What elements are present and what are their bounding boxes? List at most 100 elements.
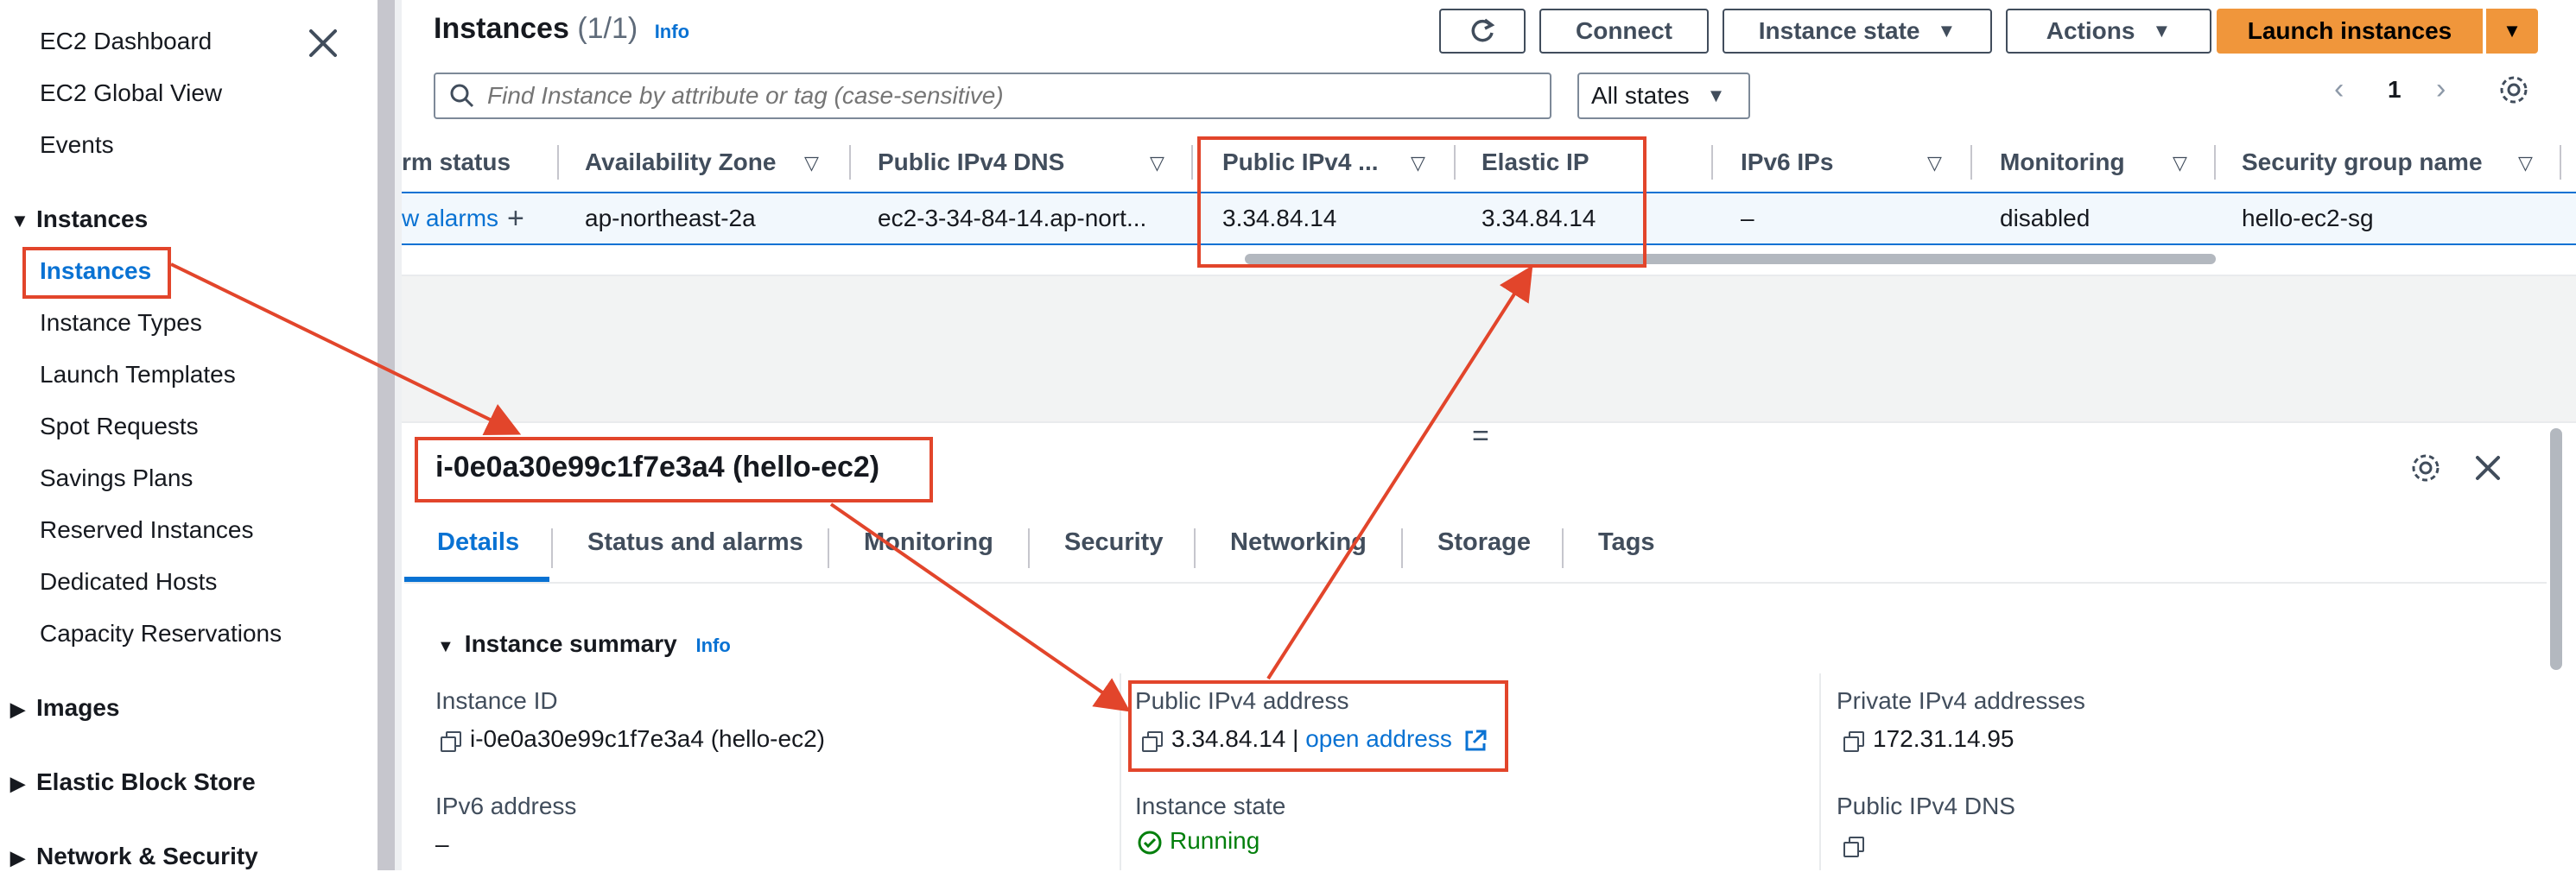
sort-icon[interactable]: ▽ — [2518, 152, 2533, 174]
sidebar-item-events[interactable]: Events — [40, 131, 114, 159]
copy-icon[interactable] — [1142, 730, 1163, 752]
tab-networking[interactable]: Networking — [1230, 528, 1367, 557]
sidebar-item-savings-plans[interactable]: Savings Plans — [40, 464, 193, 492]
sidebar-item-capacity-reservations[interactable]: Capacity Reservations — [40, 620, 282, 648]
instance-id-value: i-0e0a30e99c1f7e3a4 (hello-ec2) — [441, 725, 825, 753]
next-page-icon[interactable]: › — [2436, 73, 2446, 106]
column-resizer[interactable] — [1454, 145, 1456, 180]
states-filter-dropdown[interactable]: All states ▼ — [1577, 73, 1750, 119]
page-number[interactable]: 1 — [2388, 76, 2402, 104]
tab-divider — [1562, 528, 1564, 568]
instance-state-text: Running — [1170, 827, 1260, 854]
close-icon[interactable] — [2471, 451, 2505, 485]
copy-icon[interactable] — [441, 730, 461, 752]
info-link[interactable]: Info — [695, 635, 730, 656]
column-resizer[interactable] — [2560, 145, 2561, 180]
caret-down-icon: ▼ — [2503, 20, 2522, 41]
sidebar-item-instances[interactable]: Instances — [40, 257, 151, 285]
column-header-ipv6-ips[interactable]: IPv6 IPs — [1741, 138, 1833, 186]
instance-state-dropdown[interactable]: Instance state ▼ — [1723, 9, 1992, 54]
caret-down-icon: ▼ — [1937, 20, 1957, 41]
column-header-security-group-name[interactable]: Security group name — [2242, 138, 2483, 186]
instance-summary-header[interactable]: ▼ Instance summary Info — [437, 630, 731, 658]
column-resizer[interactable] — [849, 145, 851, 180]
close-icon[interactable] — [304, 24, 342, 62]
plus-icon[interactable]: + — [507, 202, 524, 236]
public-ipv4-dns-label: Public IPv4 DNS — [1837, 793, 2015, 819]
instance-state-value: Running — [1137, 827, 1259, 856]
refresh-button[interactable] — [1439, 9, 1526, 54]
gear-icon[interactable] — [2408, 451, 2443, 485]
sort-icon[interactable]: ▽ — [1927, 152, 1942, 174]
public-ipv4-dns-value — [1843, 831, 1873, 858]
sidebar-section-images[interactable]: ▶ Images — [10, 694, 120, 722]
instance-state-label: Instance state — [1758, 17, 1920, 44]
sidebar-item-spot-requests[interactable]: Spot Requests — [40, 413, 199, 440]
caret-down-icon: ▼ — [1706, 85, 1726, 106]
sidebar-item-ec2-global-view[interactable]: EC2 Global View — [40, 79, 222, 107]
column-header-alarm-status[interactable]: rm status — [402, 138, 511, 186]
sort-icon[interactable]: ▽ — [804, 152, 819, 174]
sidebar: EC2 Dashboard EC2 Global View Events ▼ In… — [0, 0, 378, 870]
gear-icon[interactable] — [2497, 73, 2531, 107]
sidebar-item-launch-templates[interactable]: Launch Templates — [40, 361, 236, 389]
actions-dropdown[interactable]: Actions ▼ — [2006, 9, 2211, 54]
sidebar-item-reserved-instances[interactable]: Reserved Instances — [40, 516, 253, 544]
sort-icon[interactable]: ▽ — [1150, 152, 1164, 174]
sidebar-section-label: Network & Security — [36, 843, 258, 869]
tab-monitoring[interactable]: Monitoring — [864, 528, 993, 557]
actions-label: Actions — [2046, 17, 2135, 44]
cell-monitoring: disabled — [2000, 205, 2091, 231]
column-resizer[interactable] — [2214, 145, 2216, 180]
instance-state-label: Instance state — [1135, 793, 1286, 819]
view-alarms-link[interactable]: w alarms + — [402, 197, 524, 240]
sidebar-item-ec2-dashboard[interactable]: EC2 Dashboard — [40, 28, 212, 55]
launch-instances-menu-button[interactable]: ▼ — [2486, 9, 2538, 54]
divider — [395, 0, 402, 870]
copy-icon[interactable] — [1843, 730, 1864, 752]
copy-icon[interactable] — [1843, 836, 1864, 857]
column-resizer[interactable] — [1970, 145, 1972, 180]
sort-icon[interactable]: ▽ — [1411, 152, 1425, 174]
column-header-elastic-ip[interactable]: Elastic IP — [1482, 138, 1589, 186]
search-field[interactable] — [434, 73, 1551, 119]
sidebar-section-label: Instances — [36, 205, 149, 232]
tab-status-and-alarms[interactable]: Status and alarms — [587, 528, 803, 557]
tab-storage[interactable]: Storage — [1437, 528, 1531, 557]
tab-divider — [551, 528, 553, 568]
tab-security[interactable]: Security — [1064, 528, 1163, 557]
sidebar-section-instances[interactable]: ▼ Instances — [10, 205, 148, 233]
tab-divider — [1194, 528, 1196, 568]
column-divider — [1819, 673, 1821, 870]
search-input[interactable] — [485, 81, 1526, 111]
tab-divider — [1028, 528, 1030, 568]
column-resizer[interactable] — [1191, 145, 1193, 180]
column-divider — [1120, 673, 1121, 870]
column-resizer[interactable] — [1711, 145, 1713, 180]
horizontal-scrollbar[interactable] — [1245, 254, 2216, 264]
column-header-monitoring[interactable]: Monitoring — [2000, 138, 2125, 186]
column-resizer[interactable] — [557, 145, 559, 180]
launch-instances-button[interactable]: Launch instances — [2217, 9, 2483, 54]
vertical-scrollbar[interactable] — [2550, 428, 2562, 670]
sidebar-item-dedicated-hosts[interactable]: Dedicated Hosts — [40, 568, 217, 596]
previous-page-icon[interactable]: ‹ — [2334, 73, 2344, 106]
sort-icon[interactable]: ▽ — [2173, 152, 2187, 174]
tab-tags[interactable]: Tags — [1598, 528, 1655, 557]
sidebar-item-instance-types[interactable]: Instance Types — [40, 309, 202, 337]
info-link[interactable]: Info — [655, 21, 689, 42]
caret-right-icon: ▶ — [10, 773, 25, 794]
external-link-icon[interactable] — [1462, 728, 1488, 754]
column-header-availability-zone[interactable]: Availability Zone — [585, 138, 776, 186]
column-header-public-ipv4[interactable]: Public IPv4 ... — [1222, 138, 1379, 186]
panel-resize-handle-icon[interactable]: = — [1472, 420, 1489, 453]
column-header-public-ipv4-dns[interactable]: Public IPv4 DNS — [878, 138, 1064, 186]
connect-button[interactable]: Connect — [1539, 9, 1709, 54]
sidebar-section-network-security[interactable]: ▶ Network & Security — [10, 843, 258, 870]
open-address-link[interactable]: open address — [1305, 725, 1452, 752]
tab-details[interactable]: Details — [437, 528, 519, 557]
public-ipv4-label: Public IPv4 address — [1135, 687, 1349, 714]
sidebar-resize-handle[interactable] — [378, 0, 395, 870]
separator: | — [1292, 725, 1299, 752]
sidebar-section-elastic-block-store[interactable]: ▶ Elastic Block Store — [10, 768, 256, 796]
